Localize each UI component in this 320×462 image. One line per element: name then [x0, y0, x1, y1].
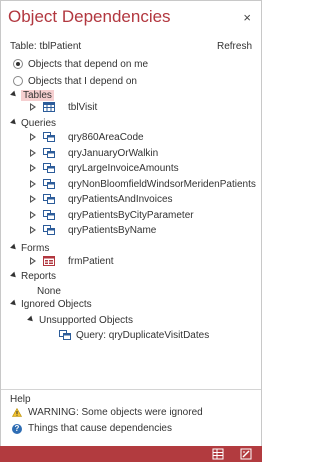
radio-selected-icon	[13, 59, 23, 69]
close-icon[interactable]: ×	[243, 10, 251, 25]
help-question-icon: ?	[12, 424, 22, 434]
query-icon	[43, 148, 55, 158]
expand-tables-icon[interactable]	[10, 90, 18, 99]
query-icon	[43, 179, 55, 189]
expand-query-icon[interactable]	[30, 195, 36, 203]
help-link-dependencies[interactable]: Things that cause dependencies	[28, 422, 172, 435]
query-icon	[43, 210, 55, 220]
object-dependencies-pane: Object Dependencies × Table: tblPatient …	[0, 0, 262, 462]
group-reports[interactable]: Reports	[21, 270, 56, 283]
expand-query-icon[interactable]	[30, 133, 36, 141]
query-icon	[43, 225, 55, 235]
tree-item-unsupported-query[interactable]: Query: qryDuplicateVisitDates	[76, 329, 209, 342]
radio-i-depend-on[interactable]: Objects that I depend on	[13, 75, 137, 89]
group-tables[interactable]: Tables	[21, 89, 54, 102]
warning-icon	[12, 408, 22, 417]
pane-title: Object Dependencies	[8, 7, 171, 26]
expand-frmpatient-icon[interactable]	[30, 257, 36, 265]
tree-item-query[interactable]: qryPatientsByName	[68, 224, 156, 237]
query-icon	[43, 163, 55, 173]
radio-depend-on-me[interactable]: Objects that depend on me	[13, 58, 149, 72]
expand-forms-icon[interactable]	[10, 243, 18, 252]
tree-item-query[interactable]: qryNonBloomfieldWindsorMeridenPatients	[68, 178, 256, 191]
help-divider	[1, 389, 261, 390]
group-tables-label: Tables	[21, 90, 54, 101]
query-icon	[43, 132, 55, 142]
query-icon	[43, 194, 55, 204]
expand-query-icon[interactable]	[30, 180, 36, 188]
group-unsupported-objects[interactable]: Unsupported Objects	[39, 314, 133, 327]
expand-query-icon[interactable]	[30, 149, 36, 157]
design-view-icon[interactable]	[240, 448, 252, 460]
form-icon	[43, 256, 55, 266]
expand-reports-icon[interactable]	[10, 271, 18, 280]
warning-text: WARNING: Some objects were ignored	[28, 407, 203, 418]
radio-i-depend-on-label: Objects that I depend on	[28, 76, 137, 87]
group-queries[interactable]: Queries	[21, 117, 56, 130]
tree-item-query[interactable]: qryPatientsByCityParameter	[68, 209, 194, 222]
group-forms[interactable]: Forms	[21, 242, 49, 255]
expand-query-icon[interactable]	[30, 164, 36, 172]
radio-unselected-icon	[13, 76, 23, 86]
tree-item-query[interactable]: qry860AreaCode	[68, 131, 144, 144]
radio-depend-on-me-label: Objects that depend on me	[28, 59, 149, 70]
group-ignored-objects[interactable]: Ignored Objects	[21, 298, 92, 311]
query-icon	[59, 330, 71, 340]
expand-unsupported-icon[interactable]	[27, 315, 35, 324]
status-bar	[0, 446, 262, 462]
expand-query-icon[interactable]	[30, 211, 36, 219]
selected-object-label: Table: tblPatient	[10, 41, 82, 52]
refresh-link[interactable]: Refresh	[217, 41, 252, 52]
expand-queries-icon[interactable]	[10, 118, 18, 127]
tree-item-tblvisit[interactable]: tblVisit	[68, 101, 97, 114]
tree-item-frmpatient[interactable]: frmPatient	[68, 255, 114, 268]
help-heading: Help	[10, 394, 31, 405]
table-icon	[43, 102, 55, 112]
tree-item-query[interactable]: qryPatientsAndInvoices	[68, 193, 173, 206]
tree-item-query[interactable]: qryLargeInvoiceAmounts	[68, 162, 179, 175]
expand-query-icon[interactable]	[30, 226, 36, 234]
tree-item-query[interactable]: qryJanuaryOrWalkin	[68, 147, 158, 160]
expand-tblvisit-icon[interactable]	[30, 103, 36, 111]
reports-none-label: None	[37, 286, 61, 297]
datasheet-view-icon[interactable]	[212, 448, 224, 460]
expand-ignored-icon[interactable]	[10, 299, 18, 308]
